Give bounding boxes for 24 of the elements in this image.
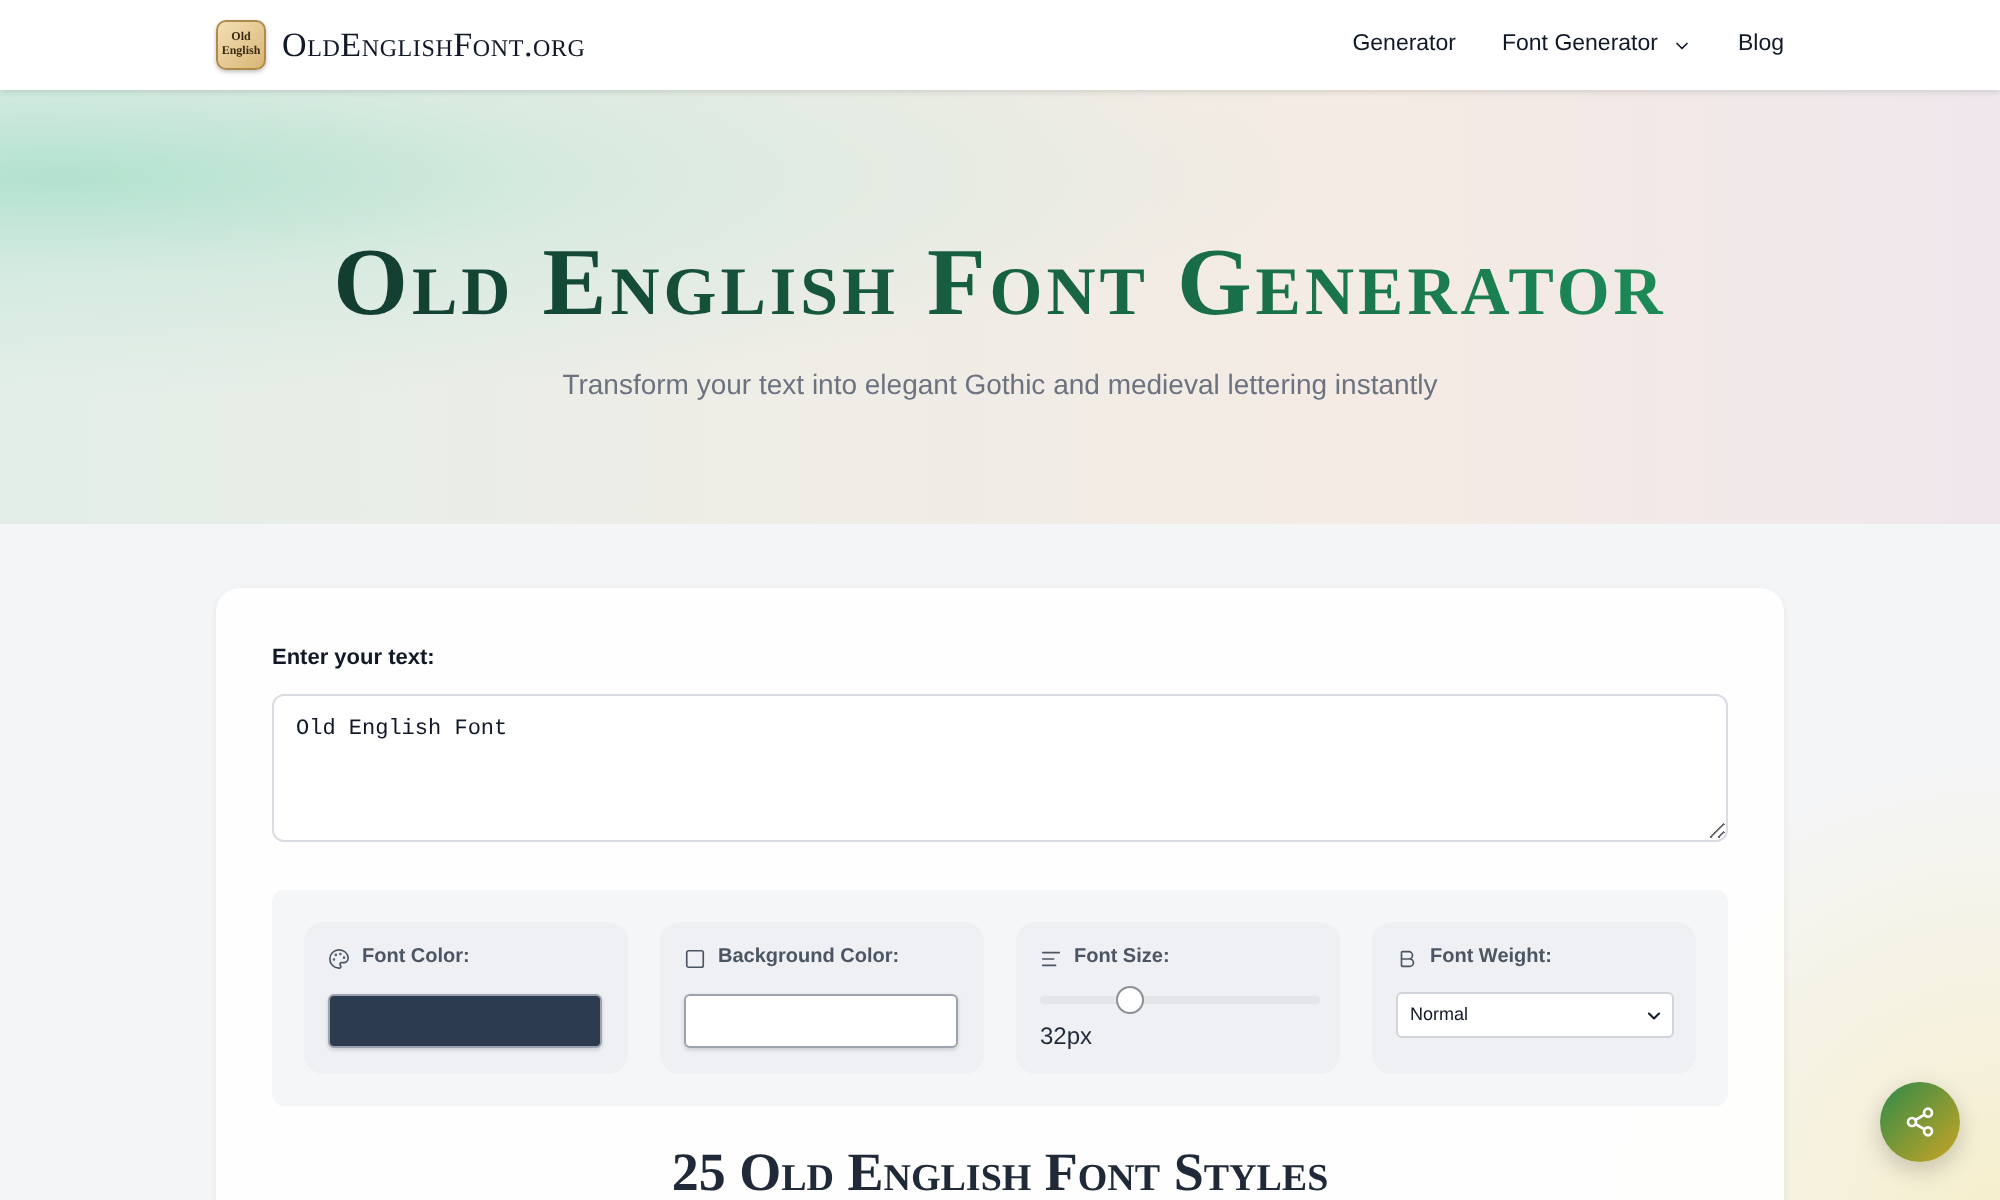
nav-link[interactable]: Generator bbox=[1352, 27, 1456, 63]
palette-icon bbox=[328, 947, 350, 969]
text-input-label: Enter your text: bbox=[272, 644, 437, 674]
font-weight-select[interactable]: Normal bbox=[1396, 992, 1674, 1038]
text-input[interactable]: Old English Font bbox=[272, 694, 1728, 842]
section-heading: 25 Old English Font Styles bbox=[669, 1144, 1331, 1200]
control-label: Background Color: bbox=[718, 944, 900, 972]
nav-link[interactable]: Blog bbox=[1737, 27, 1784, 63]
color-swatch[interactable] bbox=[328, 994, 602, 1048]
hero-subtitle: Transform your text into elegant Gothic and medieval lettering instantly bbox=[562, 366, 1438, 402]
slider-track[interactable] bbox=[1040, 986, 1320, 1014]
bold-letter-icon bbox=[1396, 947, 1418, 969]
font-size-reading: 32px bbox=[1040, 1020, 1095, 1052]
slider-thumb[interactable] bbox=[1115, 986, 1144, 1014]
lines-icon bbox=[1040, 947, 1062, 969]
nav-dropdown[interactable]: Font Generator bbox=[1501, 27, 1692, 63]
share-button[interactable] bbox=[1880, 1082, 1960, 1162]
site-name[interactable]: OldEnglishFont.org bbox=[282, 19, 586, 71]
square-icon bbox=[684, 947, 706, 969]
share-icon bbox=[1904, 1106, 1936, 1138]
control-label: Font Size: bbox=[1074, 944, 1170, 972]
control-label: Font Color: bbox=[362, 944, 470, 972]
color-swatch[interactable] bbox=[684, 994, 958, 1048]
control-label: Font Weight: bbox=[1430, 944, 1552, 972]
